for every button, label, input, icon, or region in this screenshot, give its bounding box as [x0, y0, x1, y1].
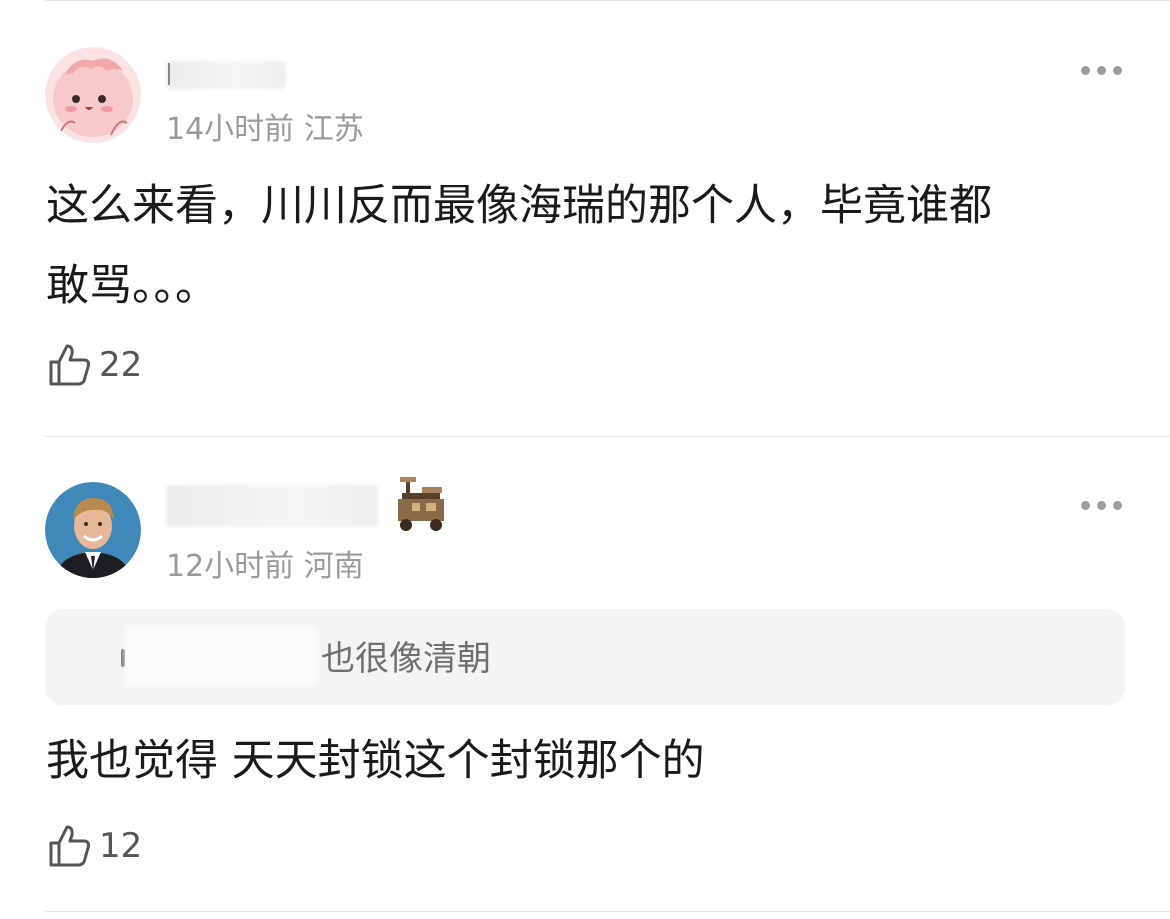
- bottom-divider: [45, 911, 1170, 912]
- pixel-cart-badge-icon: [398, 477, 444, 531]
- more-dot: [1113, 66, 1122, 75]
- man-portrait-avatar-icon: [45, 482, 141, 578]
- user-avatar[interactable]: [45, 482, 141, 578]
- username-blurred[interactable]: [166, 485, 378, 527]
- username-blurred[interactable]: [166, 61, 286, 89]
- more-options-button[interactable]: [1081, 501, 1122, 510]
- quoted-username-blurred: [125, 627, 317, 687]
- comment-text-line-1: 这么来看，川川反而最像海瑞的那个人，毕竟谁都: [46, 181, 992, 231]
- comment-location: 江苏: [303, 112, 364, 147]
- like-count: 12: [99, 826, 143, 866]
- username-cursor-mark: [168, 63, 170, 85]
- comment-time: 14小时前: [166, 112, 295, 147]
- like-button[interactable]: 12: [47, 823, 142, 869]
- comment-location: 河南: [303, 549, 364, 584]
- comment-text: 这么来看，川川反而最像海瑞的那个人，毕竟谁都 敢骂。。。: [46, 166, 1136, 326]
- more-options-button[interactable]: [1081, 66, 1122, 75]
- more-dot: [1081, 501, 1090, 510]
- like-count: 22: [99, 345, 143, 385]
- comment-text-line-2: 敢骂。。。: [46, 261, 218, 311]
- more-dot: [1097, 66, 1106, 75]
- more-dot: [1113, 501, 1122, 510]
- comment-text-line-1: 我也觉得 天天封锁这个封锁那个的: [46, 736, 705, 786]
- thumbs-up-icon: [49, 344, 91, 386]
- comment-time: 12小时前: [166, 549, 295, 584]
- quoted-reply[interactable]: 也很像清朝: [45, 609, 1125, 705]
- comment-meta: 14小时前 江苏: [166, 104, 364, 148]
- comment-item-2: 12小时前 河南 也很像清朝 我也觉得 天天封锁这个封锁那个的 12: [0, 437, 1170, 919]
- more-dot: [1081, 66, 1090, 75]
- thumbs-up-icon: [49, 825, 91, 867]
- pink-cartoon-avatar-icon: [45, 47, 141, 143]
- comment-meta: 12小时前 河南: [166, 541, 364, 585]
- user-avatar[interactable]: [45, 47, 141, 143]
- like-button[interactable]: 22: [47, 342, 142, 388]
- quoted-text: 也很像清朝: [321, 639, 491, 679]
- comment-item-1: 14小时前 江苏 这么来看，川川反而最像海瑞的那个人，毕竟谁都 敢骂。。。 22: [0, 0, 1170, 437]
- comment-text: 我也觉得 天天封锁这个封锁那个的: [46, 721, 1136, 801]
- more-dot: [1097, 501, 1106, 510]
